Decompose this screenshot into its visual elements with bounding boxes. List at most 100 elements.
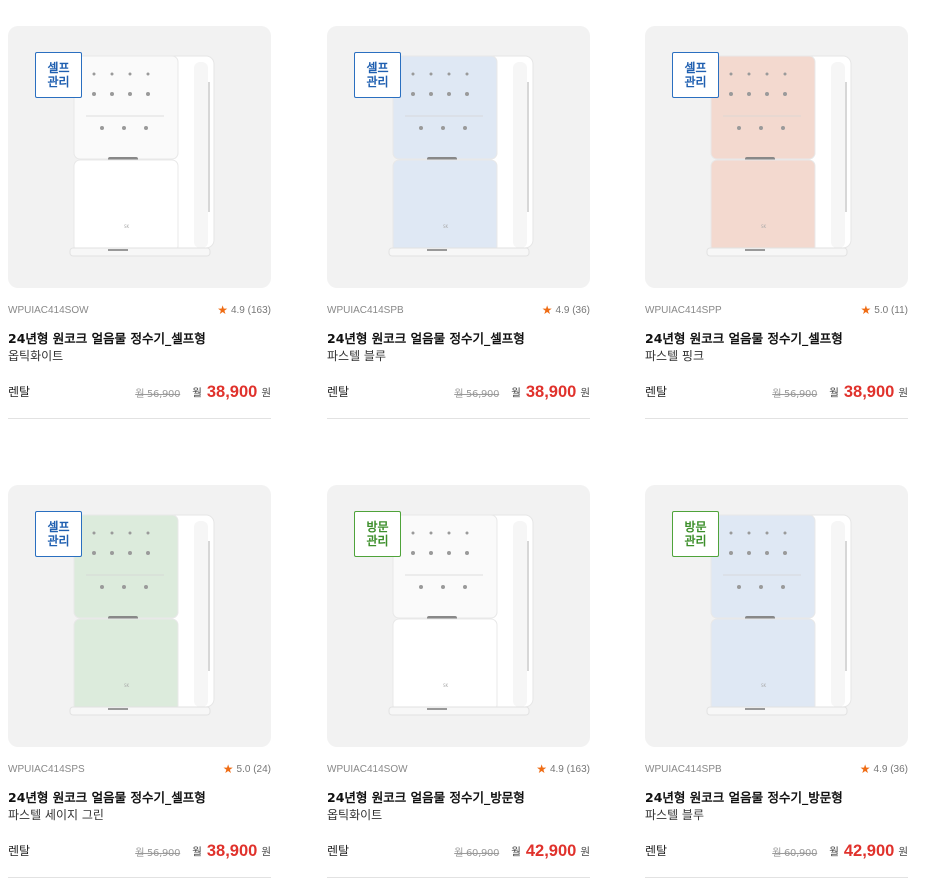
product-color: 파스텔 블루	[645, 808, 705, 822]
rating: ★ 4.9 (163)	[217, 303, 271, 317]
product-image[interactable]: SK 셀프 관리	[8, 26, 271, 288]
rating-score: 4.9	[873, 763, 888, 775]
sale-price: 42,900	[843, 842, 895, 860]
product-title[interactable]: 24년형 원코크 얼음물 정수기_셀프형	[327, 331, 590, 347]
star-icon: ★	[859, 762, 871, 776]
water-purifier-image: SK	[388, 55, 534, 257]
star-icon: ★	[536, 762, 547, 776]
care-type-badge: 셀프 관리	[35, 511, 82, 557]
rating: ★ 5.0 (11)	[861, 303, 909, 317]
product-card[interactable]: SK 셀프 관리 WPUIAC414SOW ★ 4.9 (163) 24년형 원…	[8, 26, 271, 419]
price-prefix: 월	[192, 387, 202, 399]
model-number: WPUIAC414SPB	[327, 304, 404, 316]
price-suffix: 원	[898, 846, 908, 858]
rental-label: 렌탈	[645, 385, 668, 399]
model-number: WPUIAC414SPB	[645, 763, 722, 775]
product-image[interactable]: SK 셀프 관리	[8, 485, 271, 747]
price-row: 렌탈 월 56,900 월 38,900 원	[8, 838, 271, 878]
review-count: (163)	[247, 304, 271, 316]
price-suffix: 원	[580, 846, 590, 858]
rating-score: 4.9	[549, 763, 564, 775]
svg-text:SK: SK	[761, 683, 767, 688]
svg-text:SK: SK	[443, 224, 449, 229]
price-row: 렌탈 월 60,900 월 42,900 원	[327, 838, 590, 878]
sale-price: 38,900	[843, 383, 895, 401]
sale-price: 38,900	[206, 383, 258, 401]
care-type-badge: 방문 관리	[672, 511, 719, 557]
price-row: 렌탈 월 60,900 월 42,900 원	[645, 838, 908, 878]
rating: ★ 4.9 (163)	[536, 762, 590, 776]
product-title[interactable]: 24년형 원코크 얼음물 정수기_방문형	[645, 790, 908, 806]
sale-price: 38,900	[206, 842, 258, 860]
review-count: (36)	[890, 763, 908, 775]
star-icon: ★	[222, 762, 234, 776]
original-price: 월 60,900	[772, 848, 818, 859]
product-color: 옵틱화이트	[327, 808, 383, 822]
original-price: 월 56,900	[772, 389, 818, 400]
product-image[interactable]: SK 셀프 관리	[645, 26, 908, 288]
product-image[interactable]: SK 방문 관리	[327, 485, 590, 747]
water-purifier-image: SK	[388, 514, 534, 716]
original-price: 월 56,900	[135, 848, 181, 859]
product-color: 파스텔 블루	[327, 349, 387, 363]
svg-text:SK: SK	[443, 683, 449, 688]
svg-text:SK: SK	[761, 224, 767, 229]
product-title[interactable]: 24년형 원코크 얼음물 정수기_셀프형	[8, 790, 271, 806]
water-purifier-image: SK	[706, 55, 852, 257]
price-suffix: 원	[261, 387, 271, 399]
product-color: 파스텔 핑크	[645, 349, 705, 363]
product-card[interactable]: SK 셀프 관리 WPUIAC414SPP ★ 5.0 (11) 24년형 원코…	[645, 26, 908, 419]
rating-score: 5.0	[236, 763, 251, 775]
price-prefix: 월	[829, 387, 839, 399]
price-suffix: 원	[580, 387, 590, 399]
rating: ★ 4.9 (36)	[860, 762, 908, 776]
model-number: WPUIAC414SOW	[327, 763, 408, 775]
price-suffix: 원	[261, 846, 271, 858]
product-title[interactable]: 24년형 원코크 얼음물 정수기_셀프형	[8, 331, 271, 347]
water-purifier-image: SK	[69, 514, 215, 716]
product-image[interactable]: SK 셀프 관리	[327, 26, 590, 288]
sale-price: 42,900	[525, 842, 577, 860]
star-icon: ★	[860, 303, 872, 317]
review-count: (36)	[572, 304, 590, 316]
model-number: WPUIAC414SOW	[8, 304, 89, 316]
original-price: 월 60,900	[454, 848, 500, 859]
price-row: 렌탈 월 56,900 월 38,900 원	[8, 379, 271, 419]
water-purifier-image: SK	[69, 55, 215, 257]
product-color: 옵틱화이트	[8, 349, 64, 363]
review-count: (11)	[890, 304, 908, 316]
price-prefix: 월	[829, 846, 839, 858]
product-card[interactable]: SK 셀프 관리 WPUIAC414SPS ★ 5.0 (24) 24년형 원코…	[8, 485, 271, 878]
model-number: WPUIAC414SPS	[8, 763, 85, 775]
product-card[interactable]: SK 방문 관리 WPUIAC414SPB ★ 4.9 (36) 24년형 원코…	[645, 485, 908, 878]
original-price: 월 56,900	[135, 389, 181, 400]
original-price: 월 56,900	[454, 389, 500, 400]
product-card[interactable]: SK 셀프 관리 WPUIAC414SPB ★ 4.9 (36) 24년형 원코…	[327, 26, 590, 419]
review-count: (163)	[566, 763, 590, 775]
price-prefix: 월	[511, 846, 521, 858]
svg-text:SK: SK	[124, 683, 130, 688]
rental-label: 렌탈	[645, 844, 668, 858]
rental-label: 렌탈	[327, 385, 350, 399]
rating: ★ 5.0 (24)	[223, 762, 271, 776]
price-prefix: 월	[192, 846, 202, 858]
care-type-badge: 셀프 관리	[672, 52, 719, 98]
rating-score: 5.0	[874, 304, 889, 316]
product-image[interactable]: SK 방문 관리	[645, 485, 908, 747]
care-type-badge: 셀프 관리	[35, 52, 82, 98]
product-grid: SK 셀프 관리 WPUIAC414SOW ★ 4.9 (163) 24년형 원…	[0, 0, 928, 879]
review-count: (24)	[253, 763, 271, 775]
rating-score: 4.9	[555, 304, 570, 316]
product-title[interactable]: 24년형 원코크 얼음물 정수기_방문형	[327, 790, 590, 806]
care-type-badge: 셀프 관리	[354, 52, 401, 98]
rental-label: 렌탈	[8, 385, 31, 399]
water-purifier-image: SK	[706, 514, 852, 716]
rental-label: 렌탈	[8, 844, 31, 858]
product-card[interactable]: SK 방문 관리 WPUIAC414SOW ★ 4.9 (163) 24년형 원…	[327, 485, 590, 878]
model-number: WPUIAC414SPP	[645, 304, 722, 316]
product-title[interactable]: 24년형 원코크 얼음물 정수기_셀프형	[645, 331, 908, 347]
svg-text:SK: SK	[124, 224, 130, 229]
star-icon: ★	[541, 303, 553, 317]
care-type-badge: 방문 관리	[354, 511, 401, 557]
product-color: 파스텔 세이지 그린	[8, 808, 104, 822]
